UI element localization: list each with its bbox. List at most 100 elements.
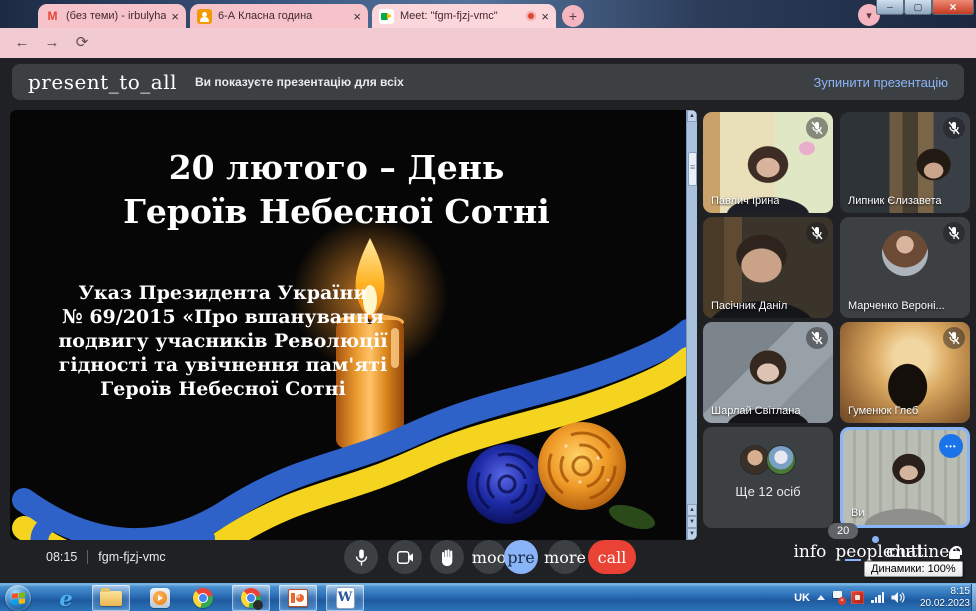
volume-tooltip: Динамики: 100%: [864, 561, 963, 577]
participant-tile[interactable]: Павлич Ірина: [703, 112, 833, 213]
mood-reactions-button[interactable]: moo: [472, 540, 506, 574]
windows-taskbar: UK × 8:15 20.02.2023: [0, 583, 976, 611]
participant-count-badge: 20: [828, 523, 858, 539]
avatar: [766, 445, 796, 475]
people-button[interactable]: people: [835, 542, 893, 562]
close-icon[interactable]: [353, 10, 361, 23]
more-participants-tile[interactable]: Ще 12 осіб: [703, 427, 833, 528]
presenting-banner: present_to_all Ви показуєте презентацію …: [12, 64, 964, 100]
minimize-button[interactable]: [876, 0, 904, 15]
meet-right-panel-buttons: info people chat outlines: [793, 542, 960, 562]
taskbar-chrome-active[interactable]: [232, 585, 270, 611]
media-player-icon: [150, 588, 170, 608]
person-icon: [197, 9, 212, 24]
chrome-icon: [241, 588, 261, 608]
scroll-thumb[interactable]: [688, 152, 697, 186]
active-panel-underline: [845, 559, 861, 561]
browser-tab-strip: (без теми) - irbulyha@sch26pl.u 6-А Клас…: [0, 0, 976, 28]
taskbar-media-player[interactable]: [141, 585, 179, 611]
start-button[interactable]: [5, 585, 31, 611]
word-icon: [337, 588, 354, 608]
meeting-code: fgm-fjzj-vmc: [98, 550, 165, 564]
mic-off-icon: [943, 327, 965, 349]
antivirus-tray-icon[interactable]: [851, 591, 864, 604]
tray-clock[interactable]: 8:15 20.02.2023: [912, 586, 970, 610]
slide-body-text: Указ Президента України № 69/2015 «Про в…: [24, 282, 422, 402]
avatar: [882, 230, 928, 276]
stop-presenting-button[interactable]: Зупинити презентацію: [814, 75, 948, 90]
tab-classroom[interactable]: 6-А Класна година: [190, 4, 368, 28]
browser-toolbar: ← → ⟳ meet.google.com/fgm-fjzj-vmc?authu…: [0, 28, 976, 58]
network-icon[interactable]: [871, 592, 884, 603]
participant-grid: Павлич Ірина Липник Єлизавета Пасічник Д…: [703, 112, 970, 532]
next-slide-icon[interactable]: ▼: [687, 516, 697, 528]
more-icon-text: more: [544, 548, 586, 567]
back-icon[interactable]: ←: [10, 32, 34, 54]
close-icon[interactable]: [171, 10, 179, 23]
forward-icon[interactable]: →: [40, 32, 64, 54]
call-end-icon-text: call: [598, 548, 627, 567]
speaker-icon[interactable]: [891, 591, 905, 604]
participant-tile[interactable]: Пасічник Даніл: [703, 217, 833, 318]
more-options-button[interactable]: more: [548, 540, 582, 574]
participant-tile[interactable]: Липник Єлизавета: [840, 112, 970, 213]
taskbar-file-explorer[interactable]: [92, 585, 130, 611]
presenting-message: Ви показуєте презентацію для всіх: [195, 75, 404, 89]
mic-off-icon: [806, 222, 828, 244]
participant-tile[interactable]: Шарлай Світлана: [703, 322, 833, 423]
gmail-icon: [45, 9, 60, 24]
chrome-icon: [193, 588, 213, 608]
presentation-slide: 20 лютого – День Героїв Небесної Сотні У…: [10, 110, 697, 540]
host-controls-lock-icon[interactable]: [949, 546, 960, 559]
taskbar-word[interactable]: [326, 585, 364, 611]
taskbar-internet-explorer[interactable]: [47, 585, 85, 611]
activities-button[interactable]: outlines: [889, 542, 958, 562]
info-button[interactable]: info: [793, 542, 826, 562]
participant-tile[interactable]: Марченко Вероні...: [840, 217, 970, 318]
maximize-button[interactable]: [904, 0, 932, 15]
window-controls: [876, 0, 974, 15]
tray-time: 8:15: [912, 586, 970, 598]
participant-tile[interactable]: Гуменюк Глєб: [840, 322, 970, 423]
tab-gmail[interactable]: (без теми) - irbulyha@sch26pl.u: [38, 4, 186, 28]
show-hidden-icons-icon[interactable]: [817, 595, 825, 600]
slide-scrollbar[interactable]: ▲ ▲ ▼ ▼: [686, 110, 697, 540]
tray-date: 20.02.2023: [912, 598, 970, 610]
scroll-up-icon[interactable]: ▲: [687, 110, 697, 122]
taskbar-chrome[interactable]: [184, 585, 222, 611]
mic-off-icon: [943, 117, 965, 139]
new-tab-button[interactable]: [562, 5, 584, 27]
language-indicator[interactable]: UK: [794, 592, 810, 604]
folder-icon: [100, 591, 122, 606]
self-view-tile[interactable]: Ви: [840, 427, 970, 528]
end-call-button[interactable]: call: [588, 540, 636, 574]
self-label: Ви: [851, 507, 864, 519]
tab-meet-active[interactable]: Meet: "fgm-fjzj-vmc": [372, 4, 556, 28]
participant-name: Шарлай Світлана: [711, 405, 800, 417]
tile-options-icon[interactable]: [939, 434, 963, 458]
tab-title: 6-А Класна година: [218, 10, 348, 22]
close-icon[interactable]: [541, 10, 549, 23]
close-window-button[interactable]: [932, 0, 974, 15]
meeting-info: 08:15 fgm-fjzj-vmc: [46, 550, 166, 564]
raise-hand-button[interactable]: [430, 540, 464, 574]
camera-button[interactable]: [388, 540, 422, 574]
system-tray: UK × 8:15 20.02.2023: [794, 584, 970, 611]
reload-icon[interactable]: ⟳: [70, 32, 94, 54]
mic-off-icon: [806, 117, 828, 139]
more-participants-label: Ще 12 осіб: [703, 484, 833, 499]
internet-explorer-icon: [59, 586, 72, 611]
present-to-all-icon: present_to_all: [28, 70, 177, 94]
present-icon-text: pre: [507, 548, 534, 567]
present-now-button[interactable]: pre: [504, 540, 538, 574]
scroll-down-icon[interactable]: ▼: [687, 528, 697, 540]
taskbar-powerpoint[interactable]: [279, 585, 317, 611]
mood-icon-text: moo: [472, 548, 506, 567]
action-center-flag-icon[interactable]: ×: [832, 591, 844, 604]
participant-name: Гуменюк Глєб: [848, 405, 918, 417]
mic-button[interactable]: [344, 540, 378, 574]
recording-indicator-icon: [526, 11, 536, 21]
clock-time: 08:15: [46, 550, 77, 564]
show-desktop-button[interactable]: [971, 584, 976, 611]
prev-slide-icon[interactable]: ▲: [687, 504, 697, 516]
